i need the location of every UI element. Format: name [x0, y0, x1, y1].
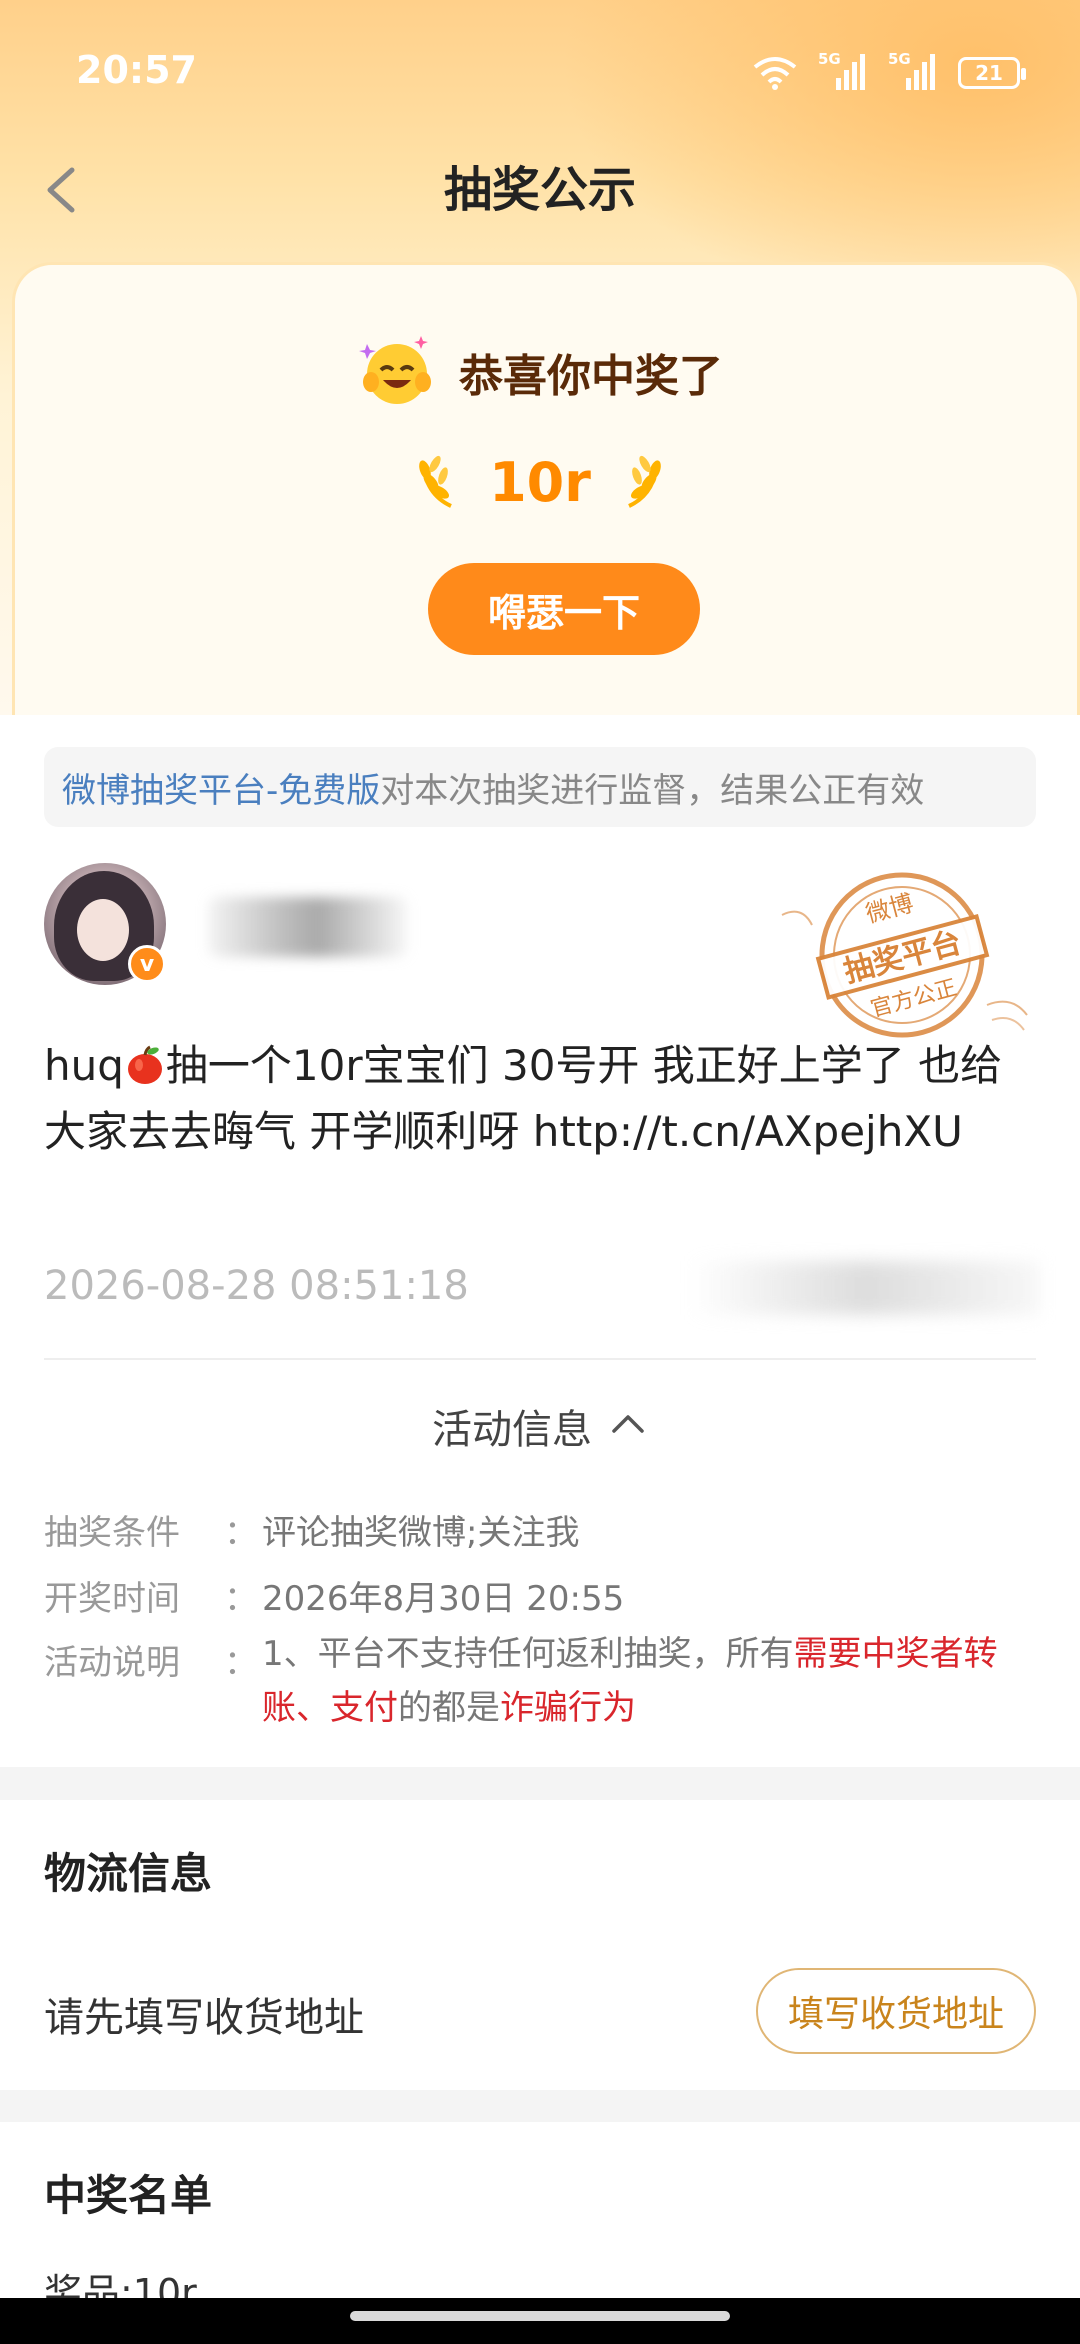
condition-row: 抽奖条件 ： 评论抽奖微博;关注我	[44, 1505, 579, 1554]
laughing-face-icon	[357, 330, 437, 414]
post-section: 微博抽奖平台-免费版 对本次抽奖进行监督，结果公正有效 v 微博 抽奖平台 官方…	[0, 715, 1080, 1767]
signal-icon: 5G	[888, 50, 938, 92]
desc-text: 1、平台不支持任何返利抽奖，所有	[262, 1634, 794, 1674]
battery-level: 21	[975, 61, 1003, 85]
activity-header-label: 活动信息	[432, 1407, 592, 1453]
username-blurred	[208, 897, 408, 957]
draw-time-row: 开奖时间 ： 2026年8月30日 20:55	[44, 1571, 624, 1620]
post-text-start: huq	[44, 1041, 124, 1090]
desc-warning: 诈骗行为	[500, 1688, 636, 1728]
description-row: 活动说明 ： 1、平台不支持任何返利抽奖，所有需要中奖者转账、支付的都是诈骗行为	[44, 1634, 1044, 1735]
official-stamp: 微博 抽奖平台 官方公正	[772, 855, 1032, 1055]
activity-info-toggle[interactable]: 活动信息	[0, 1397, 1080, 1455]
info-colon: ：	[224, 1643, 258, 1683]
verified-badge: v	[128, 945, 166, 983]
desc-text: 的都是	[398, 1688, 500, 1728]
logistics-section: 物流信息 请先填写收货地址 填写收货地址	[0, 1800, 1080, 2090]
info-value: 1、平台不支持任何返利抽奖，所有需要中奖者转账、支付的都是诈骗行为	[262, 1627, 1022, 1735]
info-colon: ：	[224, 1513, 258, 1553]
prize-row: 10r	[0, 450, 1080, 514]
info-label: 抽奖条件	[44, 1513, 180, 1553]
signal-icon: 5G	[818, 50, 868, 92]
network-type: 5G	[888, 50, 911, 68]
page-title: 抽奖公示	[443, 162, 636, 218]
info-value: 评论抽奖微博;关注我	[262, 1513, 580, 1553]
post-time: 2026-08-28 08:51:18	[44, 1263, 469, 1309]
info-value: 2026年8月30日 20:55	[262, 1579, 625, 1619]
home-indicator[interactable]	[350, 2311, 730, 2321]
address-prompt: 请先填写收货地址	[44, 1995, 364, 2041]
wifi-icon	[752, 55, 798, 91]
network-type: 5G	[818, 50, 841, 68]
divider	[44, 1358, 1036, 1360]
info-label: 开奖时间	[44, 1579, 180, 1619]
logistics-title: 物流信息	[44, 1849, 213, 1898]
info-label: 活动说明	[44, 1643, 180, 1683]
post-text-body: 抽一个10r宝宝们 30号开 我正好上学了 也给大家去去晦气 开学顺利呀 htt…	[44, 1041, 1003, 1156]
chevron-up-icon	[608, 1403, 648, 1449]
status-bar: 20:57 5G 5G 21	[0, 0, 1080, 150]
status-time: 20:57	[76, 48, 197, 92]
info-colon: ：	[224, 1579, 258, 1619]
laurel-left-icon	[411, 450, 465, 514]
post-meta-blurred	[690, 1261, 1040, 1315]
congrats-row: 恭喜你中奖了	[0, 330, 1080, 414]
laurel-right-icon	[615, 450, 669, 514]
system-nav-bar	[0, 2298, 1080, 2344]
prize-amount: 10r	[489, 450, 591, 514]
apple-icon	[124, 1041, 166, 1090]
battery-icon: 21	[958, 57, 1026, 89]
congrats-text: 恭喜你中奖了	[459, 351, 723, 402]
show-off-button[interactable]: 嘚瑟一下	[428, 563, 700, 655]
post-text: huq 抽一个10r宝宝们 30号开 我正好上学了 也给大家去去晦气 开学顺利呀 …	[44, 1033, 1044, 1165]
supervision-notice: 微博抽奖平台-免费版 对本次抽奖进行监督，结果公正有效	[44, 747, 1036, 827]
notice-text: 对本次抽奖进行监督，结果公正有效	[380, 770, 925, 811]
status-icons: 5G 5G 21	[752, 50, 1026, 92]
fill-address-button[interactable]: 填写收货地址	[756, 1968, 1036, 2054]
platform-link[interactable]: 微博抽奖平台-免费版	[62, 763, 380, 812]
winners-title: 中奖名单	[44, 2171, 213, 2220]
